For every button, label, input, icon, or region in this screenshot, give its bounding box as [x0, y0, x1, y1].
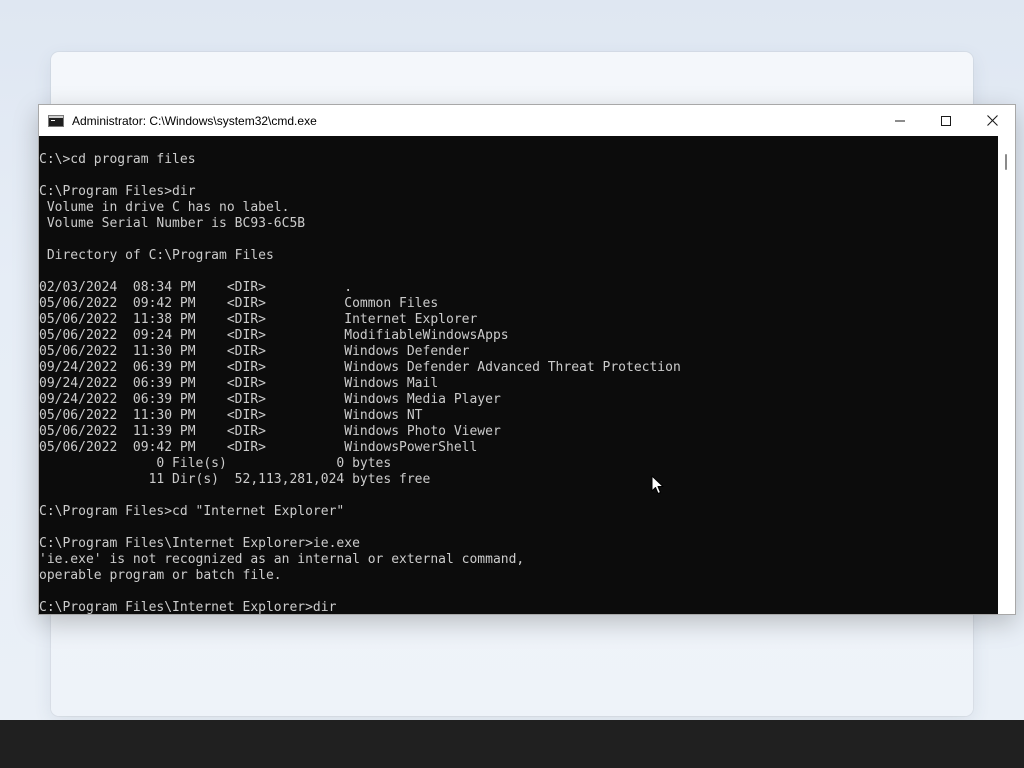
scrollbar-thumb[interactable] [1005, 154, 1007, 170]
mouse-pointer-icon [651, 475, 664, 494]
console-line: C:\>cd program files [39, 152, 196, 167]
minimize-icon [895, 120, 905, 121]
console-line: 05/06/2022 11:38 PM <DIR> Internet Explo… [39, 312, 478, 327]
console-line: operable program or batch file. [39, 568, 282, 583]
maximize-icon [941, 115, 951, 126]
window-title: Administrator: C:\Windows\system32\cmd.e… [72, 113, 317, 128]
console-line: 05/06/2022 11:39 PM <DIR> Windows Photo … [39, 424, 501, 439]
maximize-button[interactable] [923, 105, 969, 136]
console-line: 05/06/2022 11:30 PM <DIR> Windows Defend… [39, 344, 470, 359]
window-controls [877, 105, 1015, 136]
console-line: C:\Program Files>cd "Internet Explorer" [39, 504, 345, 519]
console-line: C:\Program Files\Internet Explorer>ie.ex… [39, 536, 360, 551]
console-line: 05/06/2022 09:24 PM <DIR> ModifiableWind… [39, 328, 509, 343]
vertical-scrollbar[interactable] [998, 136, 1015, 614]
console-line: 09/24/2022 06:39 PM <DIR> Windows Defend… [39, 360, 681, 375]
console-line: 'ie.exe' is not recognized as an interna… [39, 552, 525, 567]
console-line: 0 File(s) 0 bytes [39, 456, 392, 471]
console-line: Directory of C:\Program Files [39, 248, 274, 263]
cmd-icon[interactable] [48, 114, 64, 127]
close-button[interactable] [969, 105, 1015, 136]
minimize-button[interactable] [877, 105, 923, 136]
console-line: 05/06/2022 09:42 PM <DIR> Common Files [39, 296, 439, 311]
console-line: 09/24/2022 06:39 PM <DIR> Windows Mail [39, 376, 439, 391]
console-output[interactable]: C:\>cd program files C:\Program Files>di… [39, 136, 999, 614]
console-line: 11 Dir(s) 52,113,281,024 bytes free [39, 472, 431, 487]
console-line: Volume Serial Number is BC93-6C5B [39, 216, 306, 231]
close-icon [986, 115, 998, 126]
title-bar[interactable]: Administrator: C:\Windows\system32\cmd.e… [39, 105, 1015, 136]
console-line: C:\Program Files>dir [39, 184, 196, 199]
taskbar[interactable] [0, 720, 1024, 768]
console-line: 02/03/2024 08:34 PM <DIR> . [39, 280, 353, 295]
console-line: Volume in drive C has no label. [39, 200, 290, 215]
console-line: 09/24/2022 06:39 PM <DIR> Windows Media … [39, 392, 501, 407]
console-line: 05/06/2022 09:42 PM <DIR> WindowsPowerSh… [39, 440, 478, 455]
cmd-window[interactable]: Administrator: C:\Windows\system32\cmd.e… [38, 104, 1016, 615]
console-text[interactable]: C:\>cd program files C:\Program Files>di… [39, 136, 999, 614]
console-line: 05/06/2022 11:30 PM <DIR> Windows NT [39, 408, 423, 423]
console-line: C:\Program Files\Internet Explorer>dir [39, 600, 337, 614]
